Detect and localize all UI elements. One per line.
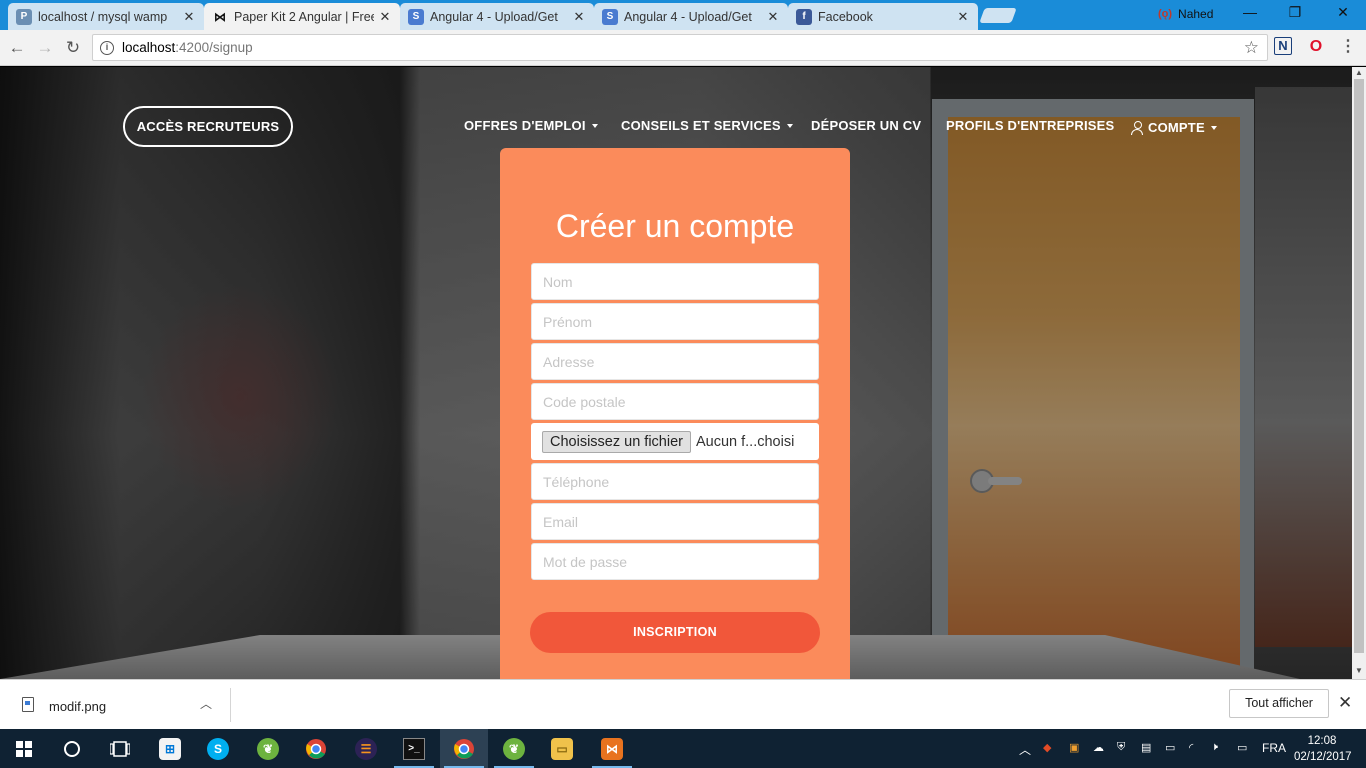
adresse-input[interactable] xyxy=(531,343,819,380)
code-postal-input[interactable] xyxy=(531,383,819,420)
file-explorer-icon[interactable]: ▭ xyxy=(538,729,586,768)
security-shield-icon[interactable]: ⛨ xyxy=(1117,741,1125,754)
caret-down-icon xyxy=(591,123,598,128)
profile-icon: (ǫ) xyxy=(1158,8,1173,20)
tab-close-icon[interactable]: ✕ xyxy=(766,9,780,25)
caret-down-icon xyxy=(786,123,793,128)
terminal-icon[interactable]: >_ xyxy=(390,729,438,768)
download-file-name[interactable]: modif.png xyxy=(49,699,106,714)
scroll-down-icon[interactable]: ▼ xyxy=(1352,665,1366,677)
address-bar[interactable]: i localhost:4200/signup ☆ xyxy=(92,34,1268,61)
tray-device-icon[interactable]: ▤ xyxy=(1141,741,1151,754)
choose-file-button[interactable]: Choisissez un fichier xyxy=(542,430,691,453)
tray-expand-icon[interactable]: ︿ xyxy=(1019,741,1031,758)
recruiter-access-button[interactable]: ACCÈS RECRUTEURS xyxy=(123,106,293,147)
close-download-bar-icon[interactable]: ✕ xyxy=(1338,693,1352,713)
language-indicator[interactable]: FRA xyxy=(1262,741,1286,755)
browser-toolbar: ← → ↻ i localhost:4200/signup ☆ N O ⋮ xyxy=(0,30,1366,66)
url-text: localhost:4200/signup xyxy=(122,40,253,55)
clock[interactable]: 12:08 02/12/2017 xyxy=(1294,733,1352,765)
cortana-icon[interactable] xyxy=(48,729,96,768)
telephone-input[interactable] xyxy=(531,463,819,500)
stackoverflow-icon: S xyxy=(602,8,618,25)
password-input[interactable] xyxy=(531,543,819,580)
close-window-icon[interactable]: ✕ xyxy=(1333,4,1353,21)
visual-studio-icon[interactable]: ⋈ xyxy=(588,729,636,768)
browser-tab-angular-upload-2[interactable]: S Angular 4 - Upload/Get ✕ xyxy=(594,3,788,30)
chrome-active-icon[interactable] xyxy=(440,729,488,768)
nom-input[interactable] xyxy=(531,263,819,300)
caret-down-icon xyxy=(1210,125,1217,130)
bookmark-star-icon[interactable]: ☆ xyxy=(1244,38,1259,58)
image-file-icon xyxy=(22,697,34,712)
volume-icon[interactable]: 🕨 xyxy=(1211,741,1218,754)
info-icon[interactable]: i xyxy=(100,40,114,55)
file-status-text: Aucun f...choisi xyxy=(695,433,795,450)
windows-taskbar: ⊞ S ❦ ☰ >_ ❦ ▭ ⋈ ︿ ◆ ▣ ☁ ⛨ ▤ ▭ ◜ 🕨 ▭ FRA… xyxy=(0,729,1366,768)
skype-icon[interactable]: S xyxy=(194,729,242,768)
opera-icon[interactable]: O xyxy=(1306,37,1326,57)
wifi-icon[interactable]: ◜ xyxy=(1189,741,1193,754)
nav-advice-services[interactable]: CONSEILS ET SERVICES xyxy=(621,118,793,133)
page-scrollbar[interactable]: ▲ ▼ xyxy=(1352,67,1366,679)
download-bar: modif.png ︿ Tout afficher ✕ xyxy=(0,679,1366,729)
email-input[interactable] xyxy=(531,503,819,540)
back-icon[interactable]: ← xyxy=(6,37,28,59)
scroll-up-icon[interactable]: ▲ xyxy=(1352,67,1366,79)
store-icon[interactable]: ⊞ xyxy=(146,729,194,768)
browser-tab-angular-upload-1[interactable]: S Angular 4 - Upload/Get ✕ xyxy=(400,3,594,30)
reload-icon[interactable]: ↻ xyxy=(62,37,84,59)
nav-company-profiles[interactable]: PROFILS D'ENTREPRISES xyxy=(946,118,1114,133)
spring-tool-icon[interactable]: ❦ xyxy=(244,729,292,768)
browser-tab-paperkit[interactable]: ⋈ Paper Kit 2 Angular | Free ✕ xyxy=(204,3,400,30)
chevron-up-icon[interactable]: ︿ xyxy=(200,695,212,712)
tray-app-icon[interactable]: ◆ xyxy=(1043,741,1051,754)
profile-button[interactable]: (ǫ) Nahed xyxy=(1158,7,1213,21)
browser-tab-facebook[interactable]: f Facebook ✕ xyxy=(788,3,978,30)
windows-start-icon[interactable] xyxy=(0,729,48,768)
phpmyadmin-icon: P xyxy=(16,8,32,25)
new-tab-button[interactable] xyxy=(979,8,1017,23)
clock-date: 02/12/2017 xyxy=(1294,751,1352,763)
user-icon xyxy=(1131,120,1143,135)
file-upload-field: Choisissez un fichier Aucun f...choisi xyxy=(531,423,819,460)
tab-close-icon[interactable]: ✕ xyxy=(378,9,392,25)
battery-icon[interactable]: ▭ xyxy=(1237,741,1247,754)
tray-display-icon[interactable]: ▭ xyxy=(1165,741,1175,754)
spring-icon[interactable]: ❦ xyxy=(490,729,538,768)
tab-close-icon[interactable]: ✕ xyxy=(956,9,970,25)
nav-account[interactable]: COMPTE xyxy=(1131,120,1217,135)
restore-icon[interactable]: ❐ xyxy=(1285,4,1305,21)
eclipse-icon[interactable]: ☰ xyxy=(342,729,390,768)
browser-tab-phpmyadmin[interactable]: P localhost / mysql wamp ✕ xyxy=(8,3,204,30)
show-all-downloads-button[interactable]: Tout afficher xyxy=(1229,689,1329,718)
bowtie-icon: ⋈ xyxy=(214,9,226,24)
stackoverflow-icon: S xyxy=(408,8,424,25)
clock-time: 12:08 xyxy=(1307,735,1337,747)
scroll-thumb[interactable] xyxy=(1354,79,1364,653)
chrome-icon[interactable] xyxy=(292,729,340,768)
extension-n-icon[interactable]: N xyxy=(1274,37,1292,55)
nav-job-offers[interactable]: OFFRES D'EMPLOI xyxy=(464,118,598,133)
task-view-icon[interactable] xyxy=(96,729,144,768)
divider xyxy=(230,688,231,722)
tab-close-icon[interactable]: ✕ xyxy=(572,9,586,25)
nav-post-cv[interactable]: DÉPOSER UN CV xyxy=(811,118,921,133)
minimize-icon[interactable]: — xyxy=(1240,4,1260,20)
tray-wamp-icon[interactable]: ▣ xyxy=(1069,741,1079,754)
onedrive-icon[interactable]: ☁ xyxy=(1093,741,1104,754)
inscription-button[interactable]: INSCRIPTION xyxy=(530,612,820,653)
tab-close-icon[interactable]: ✕ xyxy=(182,9,196,25)
facebook-icon: f xyxy=(796,8,812,25)
forward-icon[interactable]: → xyxy=(34,37,56,59)
prenom-input[interactable] xyxy=(531,303,819,340)
browser-tab-bar: P localhost / mysql wamp ✕ ⋈ Paper Kit 2… xyxy=(0,0,1366,30)
signup-title: Créer un compte xyxy=(555,208,795,244)
menu-dots-icon[interactable]: ⋮ xyxy=(1338,37,1358,57)
